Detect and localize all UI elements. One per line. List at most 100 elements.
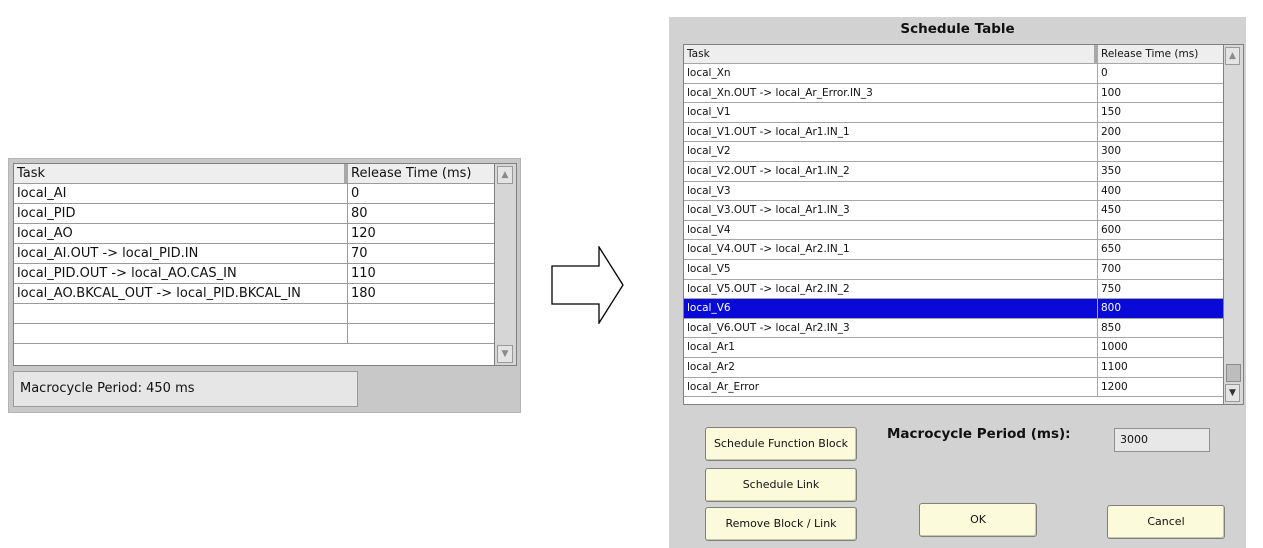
table-row[interactable]: local_V6.OUT -> local_Ar2.IN_3 850 xyxy=(684,318,1223,339)
release-time-cell: 600 xyxy=(1101,223,1122,236)
scroll-up-button[interactable]: ▲ xyxy=(497,166,513,184)
release-time-cell: 0 xyxy=(1101,67,1108,79)
cancel-button[interactable]: Cancel xyxy=(1107,505,1225,539)
table-row[interactable]: local_V5.OUT -> local_Ar2.IN_2 750 xyxy=(684,279,1223,300)
release-time-cell: 110 xyxy=(351,266,376,281)
scrollbar-thumb[interactable] xyxy=(1226,364,1241,382)
task-cell: local_Ar1 xyxy=(684,338,1098,357)
table-row[interactable]: local_Xn 0 xyxy=(684,64,1223,84)
triangle-up-icon: ▲ xyxy=(501,170,509,180)
selected-table-row[interactable]: local_V6 800 xyxy=(684,299,1223,319)
table-row[interactable]: local_V2 300 xyxy=(684,142,1223,162)
table-row[interactable]: local_V1 150 xyxy=(684,103,1223,123)
task-cell: local_V2 xyxy=(684,142,1098,161)
table-row[interactable]: local_Xn.OUT -> local_Ar_Error.IN_3 100 xyxy=(684,83,1223,104)
schedule-table: Task Release Time (ms) local_Xn 0 local_Xn… xyxy=(683,44,1224,405)
task-cell: local_V2.OUT -> local_Ar1.IN_2 xyxy=(684,161,1098,181)
release-time-cell: 1100 xyxy=(1101,360,1128,373)
macrocycle-period-display: Macrocycle Period: 450 ms xyxy=(13,371,358,407)
table-row[interactable]: local_V4.OUT -> local_Ar2.IN_1 650 xyxy=(684,240,1223,260)
release-time-cell: 180 xyxy=(351,286,376,301)
table-row[interactable]: local_V4 600 xyxy=(684,220,1223,241)
task-cell xyxy=(14,304,348,323)
release-time-cell: 120 xyxy=(351,226,376,241)
task-cell: local_Ar_Error xyxy=(684,377,1098,397)
release-time-cell: 750 xyxy=(1101,282,1122,295)
task-cell: local_V6 xyxy=(684,299,1098,318)
macrocycle-period-input[interactable]: 3000 xyxy=(1114,428,1210,452)
table-row[interactable] xyxy=(14,324,494,344)
release-time-cell: 100 xyxy=(1101,86,1122,99)
release-time-cell: 300 xyxy=(1101,145,1122,158)
task-cell: local_Xn.OUT -> local_Ar_Error.IN_3 xyxy=(684,83,1098,103)
scroll-down-button[interactable]: ▼ xyxy=(1225,384,1240,402)
task-cell: local_V5 xyxy=(684,259,1098,279)
table-row[interactable]: local_AO.BKCAL_OUT -> local_PID.BKCAL_IN… xyxy=(14,284,494,304)
schedule-table-scrollbar[interactable]: ▲ ▼ xyxy=(1224,44,1244,405)
table-row[interactable]: local_Ar1 1000 xyxy=(684,338,1223,358)
schedule-link-button[interactable]: Schedule Link xyxy=(705,468,857,502)
release-time-cell: 0 xyxy=(351,186,360,201)
column-header-task[interactable]: Task xyxy=(14,164,348,183)
release-time-cell: 150 xyxy=(1101,106,1122,119)
column-header-release-time[interactable]: Release Time (ms) xyxy=(348,164,494,183)
release-time-cell: 200 xyxy=(1101,125,1122,138)
column-header-release-time[interactable]: Release Time (ms) xyxy=(1098,45,1223,63)
table-header: Task Release Time (ms) xyxy=(684,45,1223,64)
table-header: Task Release Time (ms) xyxy=(14,164,494,184)
task-cell: local_V1 xyxy=(684,103,1098,122)
task-cell: local_AO.BKCAL_OUT -> local_PID.BKCAL_IN xyxy=(14,284,348,303)
release-time-cell: 1200 xyxy=(1101,380,1128,393)
dialog-title: Schedule Table xyxy=(900,21,1015,37)
column-header-task[interactable]: Task xyxy=(684,45,1098,63)
scroll-up-button[interactable]: ▲ xyxy=(1225,47,1240,65)
table-row[interactable]: local_PID.OUT -> local_AO.CAS_IN 110 xyxy=(14,264,494,284)
release-time-cell xyxy=(348,324,494,343)
ok-button[interactable]: OK xyxy=(919,503,1037,537)
table-row[interactable]: local_AI.OUT -> local_PID.IN 70 xyxy=(14,244,494,264)
task-cell: local_V4 xyxy=(684,220,1098,240)
release-time-cell: 1000 xyxy=(1101,341,1128,354)
table-row[interactable]: local_V2.OUT -> local_Ar1.IN_2 350 xyxy=(684,161,1223,182)
table-row[interactable]: local_V3 400 xyxy=(684,181,1223,202)
left-table-scrollbar[interactable]: ▲ ▼ xyxy=(495,163,517,366)
release-time-cell: 650 xyxy=(1101,243,1122,256)
release-time-cell: 400 xyxy=(1101,184,1122,197)
right-arrow-icon xyxy=(551,246,624,324)
task-cell: local_V6.OUT -> local_Ar2.IN_3 xyxy=(684,318,1098,338)
release-time-cell: 700 xyxy=(1101,262,1122,275)
release-time-cell: 350 xyxy=(1101,164,1122,177)
table-row[interactable]: local_AI 0 xyxy=(14,184,494,204)
release-time-cell: 850 xyxy=(1101,321,1122,334)
task-cell: local_AI.OUT -> local_PID.IN xyxy=(14,244,348,263)
triangle-up-icon: ▲ xyxy=(1229,51,1236,61)
task-cell: local_V5.OUT -> local_Ar2.IN_2 xyxy=(684,279,1098,299)
task-cell: local_PID.OUT -> local_AO.CAS_IN xyxy=(14,264,348,283)
task-cell: local_V1.OUT -> local_Ar1.IN_1 xyxy=(684,122,1098,142)
left-task-table: Task Release Time (ms) local_AI 0 local_PI… xyxy=(13,163,495,366)
task-cell: local_V3.OUT -> local_Ar1.IN_3 xyxy=(684,201,1098,220)
release-time-cell: 70 xyxy=(351,246,368,261)
task-cell: local_Ar2 xyxy=(684,357,1098,377)
release-time-cell xyxy=(348,304,494,323)
triangle-down-icon: ▼ xyxy=(1229,388,1236,398)
table-row[interactable]: local_V3.OUT -> local_Ar1.IN_3 450 xyxy=(684,201,1223,221)
schedule-function-block-button[interactable]: Schedule Function Block xyxy=(705,427,857,461)
task-cell xyxy=(14,324,348,343)
table-row[interactable]: local_V1.OUT -> local_Ar1.IN_1 200 xyxy=(684,122,1223,143)
task-cell: local_Xn xyxy=(684,64,1098,83)
table-row[interactable]: local_V5 700 xyxy=(684,259,1223,280)
scroll-down-button[interactable]: ▼ xyxy=(497,345,513,363)
table-row[interactable]: local_Ar2 1100 xyxy=(684,357,1223,378)
table-row[interactable]: local_PID 80 xyxy=(14,204,494,224)
task-cell: local_V3 xyxy=(684,181,1098,201)
release-time-cell: 80 xyxy=(351,206,368,221)
remove-block-link-button[interactable]: Remove Block / Link xyxy=(705,507,857,541)
table-row[interactable]: local_Ar_Error 1200 xyxy=(684,377,1223,398)
release-time-cell: 800 xyxy=(1101,302,1122,315)
release-time-cell: 450 xyxy=(1101,204,1122,217)
macrocycle-period-label: Macrocycle Period (ms): xyxy=(887,426,1071,442)
table-row[interactable]: local_AO 120 xyxy=(14,224,494,244)
table-row[interactable] xyxy=(14,304,494,324)
schedule-table-dialog: Schedule Table Task Release Time (ms) lo… xyxy=(669,17,1246,548)
